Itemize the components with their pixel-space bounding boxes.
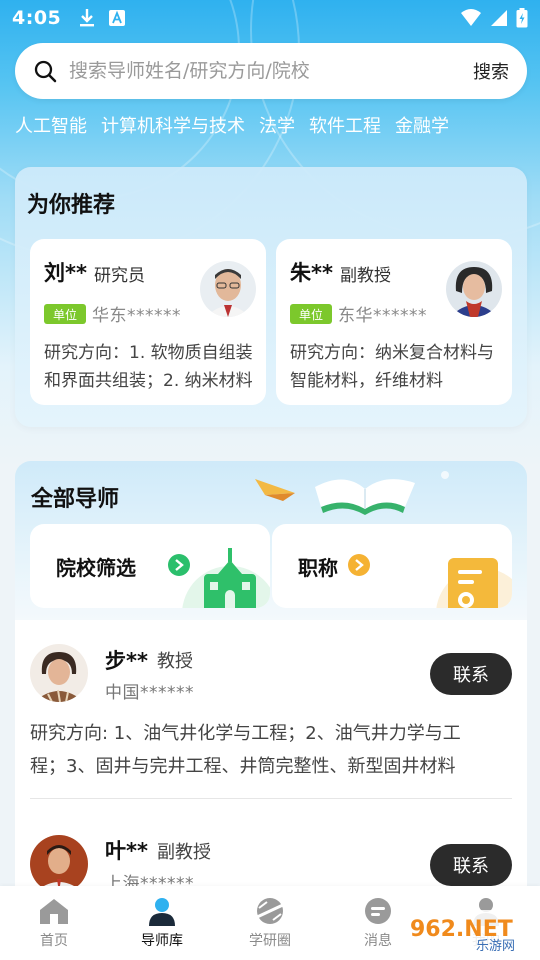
title-filter-button[interactable]: 职称 [272, 524, 512, 608]
mentor-title: 研究员 [94, 266, 145, 286]
mentor-title: 副教授 [157, 842, 211, 863]
recommend-title: 为你推荐 [27, 193, 116, 218]
hot-tag[interactable]: 计算机科学与技术 [101, 112, 245, 138]
hot-tags: 人工智能 计算机科学与技术 法学 软件工程 金融学 [15, 112, 449, 138]
avatar [446, 261, 502, 317]
recommend-card[interactable]: 朱** 副教授 单位 东华****** 研究方向：纳米复合材料与智能材料，纤维材… [276, 239, 512, 405]
hot-tag[interactable]: 金融学 [395, 112, 449, 138]
filter-label: 院校筛选 [56, 556, 136, 580]
mentor-title: 教授 [157, 651, 193, 672]
tab-label: 消息 [364, 933, 392, 949]
unit-badge: 单位 [290, 304, 332, 324]
status-time: 4:05 [12, 7, 62, 29]
planet-icon [254, 898, 286, 924]
message-icon [365, 898, 391, 924]
search-button[interactable]: 搜索 [473, 58, 509, 84]
search-bar: 搜索 [15, 43, 527, 99]
all-mentors-section: 全部导师 院校筛选 职称 [15, 461, 527, 621]
certificate-icon [436, 558, 512, 608]
recommend-card[interactable]: 刘** 研究员 单位 华东****** 研究方向：1. 软物质自组装和界面共组装… [30, 239, 266, 405]
hot-tag[interactable]: 软件工程 [309, 112, 381, 138]
wifi-icon [461, 9, 481, 26]
search-icon[interactable] [33, 59, 57, 83]
search-input[interactable] [69, 60, 473, 82]
mentor-title: 副教授 [340, 266, 391, 286]
chevron-right-icon [348, 554, 370, 576]
mentor-name: 朱** [290, 261, 333, 285]
list-item[interactable]: 叶** 副教授 上海****** 联系 [15, 799, 527, 894]
hot-tag[interactable]: 法学 [259, 112, 295, 138]
mentor-unit: 中国****** [105, 683, 194, 703]
app-notification-icon [109, 10, 126, 26]
signal-icon [491, 10, 507, 26]
mentor-icon [149, 898, 175, 926]
mentor-name: 叶** [105, 839, 148, 863]
book-illustration-icon [255, 471, 449, 515]
tab-label: 导师库 [141, 933, 183, 949]
status-bar: 4:05 [0, 0, 540, 36]
avatar [30, 644, 88, 702]
school-building-icon [182, 548, 270, 608]
filter-label: 职称 [298, 556, 338, 580]
tab-home[interactable]: 首页 [0, 886, 108, 960]
watermark-sub: 乐游网 [476, 939, 515, 954]
school-filter-button[interactable]: 院校筛选 [30, 524, 270, 608]
watermark-logo: 962.NET 乐游网 [402, 906, 534, 956]
mentor-unit: 华东****** [92, 306, 181, 326]
battery-icon [516, 8, 528, 28]
avatar [30, 835, 88, 893]
all-mentors-title: 全部导师 [31, 487, 120, 512]
tab-label: 首页 [40, 933, 68, 949]
mentor-research: 研究方向：1. 软物质自组装和界面共组装；2. 纳米材料 [44, 343, 253, 391]
mentor-research: 研究方向：纳米复合材料与智能材料，纤维材料 [290, 343, 494, 391]
home-icon [40, 899, 68, 924]
tab-label: 学研圈 [249, 933, 291, 949]
unit-badge: 单位 [44, 304, 86, 324]
contact-button[interactable]: 联系 [430, 653, 512, 695]
mentor-unit: 东华****** [338, 306, 427, 326]
recommend-section: 为你推荐 刘** 研究员 单位 华东****** 研究方向：1. 软物质自组装和… [15, 167, 527, 427]
avatar [200, 261, 256, 317]
tab-research-circle[interactable]: 学研圈 [216, 886, 324, 960]
download-icon [80, 9, 95, 27]
hot-tag[interactable]: 人工智能 [15, 112, 87, 138]
mentor-name: 步** [105, 649, 148, 673]
tab-mentor-library[interactable]: 导师库 [108, 886, 216, 960]
mentor-list: 步** 教授 中国****** 联系 研究方向: 1、油气井化学与工程；2、油气… [15, 620, 527, 894]
mentor-name: 刘** [44, 261, 87, 285]
list-item[interactable]: 步** 教授 中国****** 联系 研究方向: 1、油气井化学与工程；2、油气… [15, 620, 527, 798]
mentor-research: 研究方向: 1、油气井化学与工程；2、油气井力学与工程；3、固井与完井工程、井筒… [30, 723, 461, 777]
contact-button[interactable]: 联系 [430, 844, 512, 886]
